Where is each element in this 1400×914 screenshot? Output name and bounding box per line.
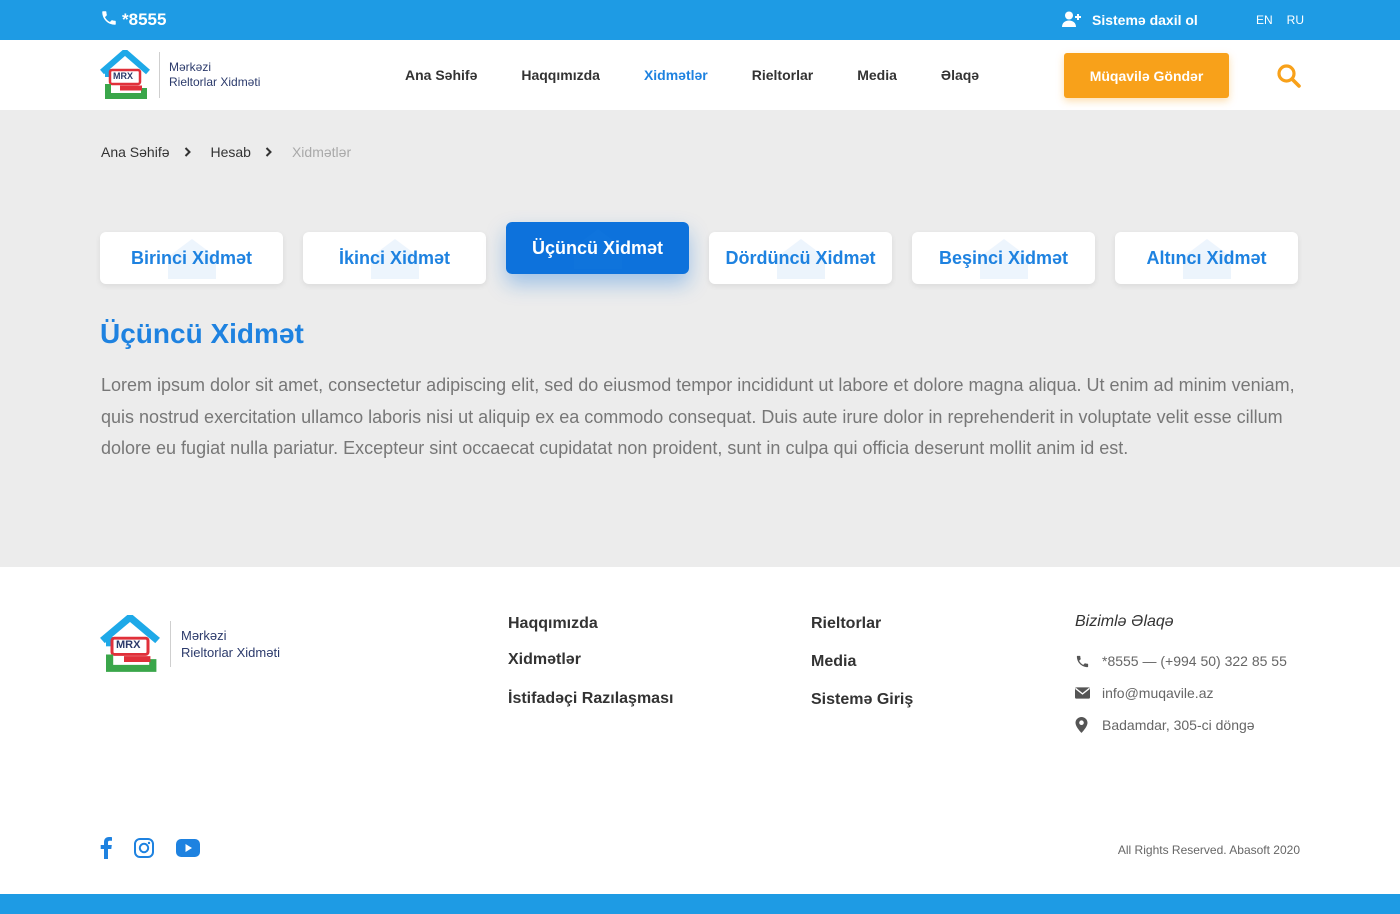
section-title: Üçüncü Xidmət (100, 318, 304, 349)
breadcrumb-home[interactable]: Ana Səhifə (101, 144, 170, 160)
logo-mark: MRX (100, 615, 160, 673)
tab-service-5[interactable]: Beşinci Xidmət (912, 232, 1095, 284)
breadcrumb-account[interactable]: Hesab (211, 144, 251, 160)
send-contract-button[interactable]: Müqavilə Göndər (1064, 53, 1229, 98)
copyright: All Rights Reserved. Abasoft 2020 (1117, 843, 1300, 857)
envelope-icon (1075, 687, 1102, 699)
logo-mark-text: MRX (113, 71, 133, 81)
tab-label: İkinci Xidmət (338, 247, 451, 268)
tab-label: Altıncı Xidmət (1146, 247, 1267, 268)
breadcrumb: Ana Səhifə Hesab Xidmətlər (101, 144, 351, 160)
footer-link-media[interactable]: Media (811, 653, 856, 671)
footer-contact: Bizimlə Əlaqə *8555 — (+994 50) 322 85 5… (1075, 613, 1305, 741)
contact-phone-row[interactable]: *8555 — (+994 50) 322 85 55 (1075, 645, 1305, 677)
footer-link-realtors[interactable]: Rieltorlar (811, 615, 881, 633)
nav-home[interactable]: Ana Səhifə (405, 67, 477, 83)
logo-text: Mərkəzi Rieltorlar Xidməti (169, 60, 260, 90)
phone-number: *8555 (122, 10, 167, 29)
tab-service-2[interactable]: İkinci Xidmət (303, 232, 486, 284)
footer: MRX Mərkəzi Rieltorlar Xidməti Haqqımızd… (0, 567, 1400, 894)
nav-realtors[interactable]: Rieltorlar (752, 67, 813, 83)
tab-service-6[interactable]: Altıncı Xidmət (1115, 232, 1298, 284)
service-tabs: Birinci Xidmət İkinci Xidmət Üçüncü Xidm… (100, 222, 1298, 292)
chevron-right-icon (184, 147, 191, 157)
logo-line-1: Mərkəzi (169, 60, 212, 74)
footer-link-login[interactable]: Sistemə Giriş (811, 691, 913, 709)
instagram-icon[interactable] (134, 838, 154, 858)
login-link[interactable]: Sistemə daxil ol (1062, 0, 1198, 40)
logo-separator (159, 52, 160, 98)
nav-media[interactable]: Media (857, 67, 897, 83)
logo-line-1: Mərkəzi (181, 628, 227, 643)
section-text: Lorem ipsum dolor sit amet, consectetur … (101, 375, 1295, 458)
bottom-bar (0, 894, 1400, 914)
nav-contact[interactable]: Əlaqə (941, 67, 979, 83)
social-links (100, 837, 200, 859)
logo-mark-text: MRX (116, 639, 141, 651)
footer-logo[interactable]: MRX Mərkəzi Rieltorlar Xidməti (100, 615, 280, 673)
tab-service-1[interactable]: Birinci Xidmət (100, 232, 283, 284)
contact-address-row[interactable]: Badamdar, 305-ci döngə (1075, 709, 1305, 741)
phone-icon (1075, 654, 1102, 669)
main-header: MRX Mərkəzi Rieltorlar Xidməti Ana Səhif… (0, 40, 1400, 110)
phone-icon (100, 9, 118, 32)
top-bar: *8555 Sistemə daxil ol EN RU (0, 0, 1400, 40)
tab-service-3[interactable]: Üçüncü Xidmət (506, 222, 689, 274)
nav-services[interactable]: Xidmətlər (644, 67, 708, 83)
tab-label: Üçüncü Xidmət (531, 237, 664, 258)
facebook-icon[interactable] (100, 837, 112, 859)
tab-label: Beşinci Xidmət (938, 247, 1069, 268)
footer-link-about[interactable]: Haqqımızda (508, 615, 598, 633)
main-nav: Ana Səhifə Haqqımızda Xidmətlər Rieltorl… (405, 40, 1023, 110)
nav-about[interactable]: Haqqımızda (521, 67, 600, 83)
search-icon[interactable] (1276, 63, 1302, 89)
contact-email-row[interactable]: info@muqavile.az (1075, 677, 1305, 709)
logo-text: Mərkəzi Rieltorlar Xidməti (181, 627, 280, 661)
language-switcher: EN RU (1256, 0, 1304, 40)
location-pin-icon (1075, 717, 1102, 733)
logo-mark: MRX (100, 50, 150, 100)
topbar-phone[interactable]: *8555 (100, 0, 166, 40)
logo-line-2: Rieltorlar Xidməti (169, 75, 261, 89)
tab-label: Dördüncü Xidmət (725, 247, 876, 268)
contact-email: info@muqavile.az (1102, 685, 1214, 701)
chevron-right-icon (265, 147, 272, 157)
add-user-icon (1062, 11, 1082, 30)
footer-link-user-agreement[interactable]: İstifadəçi Razılaşması (508, 690, 673, 708)
youtube-icon[interactable] (176, 839, 200, 857)
login-label: Sistemə daxil ol (1092, 12, 1198, 28)
contact-address: Badamdar, 305-ci döngə (1102, 717, 1255, 733)
lang-en[interactable]: EN (1256, 13, 1273, 27)
footer-link-services[interactable]: Xidmətlər (508, 651, 581, 669)
logo-separator (170, 621, 171, 667)
tab-label: Birinci Xidmət (130, 247, 253, 268)
tab-service-4[interactable]: Dördüncü Xidmət (709, 232, 892, 284)
logo-line-2: Rieltorlar Xidməti (181, 645, 280, 660)
breadcrumb-current: Xidmətlər (291, 144, 352, 160)
contact-title: Bizimlə Əlaqə (1075, 613, 1174, 630)
contact-phone: *8555 — (+994 50) 322 85 55 (1102, 653, 1287, 669)
site-logo[interactable]: MRX Mərkəzi Rieltorlar Xidməti (100, 50, 260, 100)
lang-ru[interactable]: RU (1287, 13, 1304, 27)
